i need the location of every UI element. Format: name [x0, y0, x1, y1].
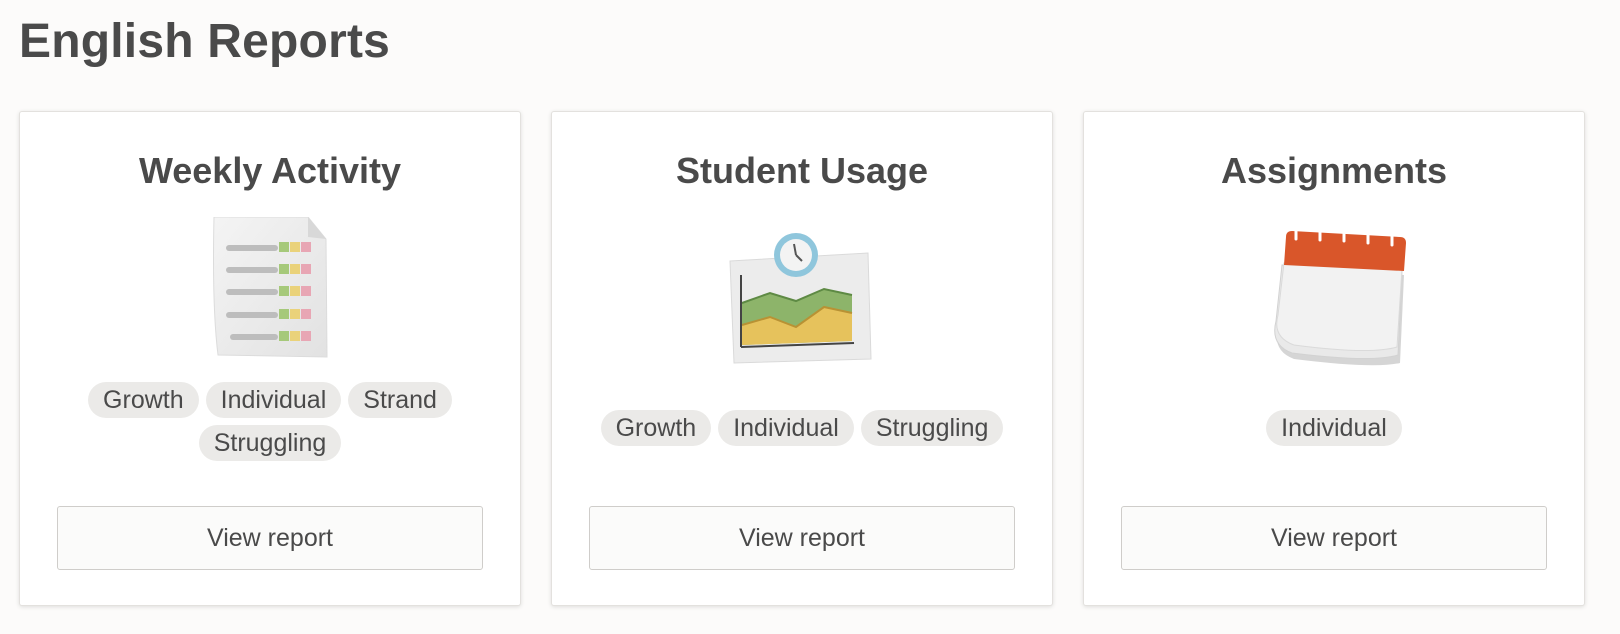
tag-list: Growth Individual Struggling	[592, 410, 1012, 446]
tag-list: Growth Individual Strand Struggling	[60, 382, 480, 461]
view-report-button[interactable]: View report	[57, 506, 483, 570]
view-report-button[interactable]: View report	[589, 506, 1015, 570]
tag-struggling: Struggling	[860, 410, 1004, 446]
tag-individual: Individual	[205, 382, 342, 418]
tag-individual: Individual	[1266, 410, 1402, 446]
tag-strand: Strand	[348, 382, 452, 418]
tag-list: Individual	[1124, 410, 1544, 446]
tag-individual: Individual	[718, 410, 854, 446]
tag-growth: Growth	[88, 382, 199, 418]
usage-chart-clock-icon	[722, 217, 882, 377]
card-title: Weekly Activity	[138, 150, 402, 191]
tag-struggling: Struggling	[198, 425, 342, 461]
tag-growth: Growth	[600, 410, 712, 446]
card-title: Student Usage	[675, 150, 929, 191]
report-card-student-usage: Student Usage Growth Individual Struggli…	[551, 111, 1053, 606]
report-sheet-icon	[190, 217, 350, 377]
report-card-assignments: Assignments Individual View report	[1083, 111, 1585, 606]
page-title: English Reports	[19, 15, 391, 68]
card-title: Assignments	[1220, 150, 1448, 191]
report-card-weekly-activity: Weekly Activity Growth Individual Strand…	[19, 111, 521, 606]
calendar-icon	[1254, 217, 1414, 377]
report-cards: Weekly Activity Growth Individual Strand…	[19, 111, 1585, 606]
view-report-button[interactable]: View report	[1121, 506, 1547, 570]
